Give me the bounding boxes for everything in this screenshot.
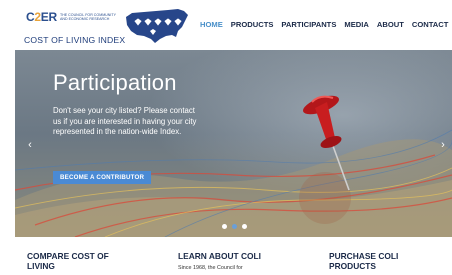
site-header: C2ER THE COUNCIL FOR COMMUNITY AND ECONO… <box>0 0 452 50</box>
nav-contact[interactable]: CONTACT <box>412 20 449 32</box>
hero-text-block: Participation Don't see your city listed… <box>53 70 203 138</box>
feature-column-learn: LEARN ABOUT COLI Since 1968, the Council… <box>178 251 288 271</box>
column-text: Since 1968, the Council for <box>178 265 243 271</box>
nav-about[interactable]: ABOUT <box>377 20 404 32</box>
us-map-icon <box>126 9 188 43</box>
carousel-indicators <box>222 224 247 229</box>
hero-title: Participation <box>53 70 177 95</box>
carousel-dot-active[interactable] <box>232 224 237 229</box>
carousel-dot[interactable] <box>222 224 227 229</box>
column-heading[interactable]: LEARN ABOUT COLI <box>178 251 288 261</box>
chevron-left-icon[interactable]: ‹ <box>25 138 35 152</box>
site-logo[interactable]: C2ER THE COUNCIL FOR COMMUNITY AND ECONO… <box>20 5 190 47</box>
chevron-right-icon[interactable]: › <box>438 138 448 152</box>
column-heading[interactable]: PURCHASE COLI PRODUCTS <box>329 251 439 271</box>
column-heading[interactable]: COMPARE COST OF LIVING <box>27 251 137 271</box>
feature-columns: COMPARE COST OF LIVING LEARN ABOUT COLI … <box>0 237 452 275</box>
carousel-dot[interactable] <box>242 224 247 229</box>
main-nav: HOME PRODUCTS PARTICIPANTS MEDIA ABOUT C… <box>200 20 448 32</box>
nav-participants[interactable]: PARTICIPANTS <box>281 20 336 32</box>
logo-title: COST OF LIVING INDEX <box>24 35 126 45</box>
hero-description: Don't see your city listed? Please conta… <box>53 106 197 137</box>
nav-home[interactable]: HOME <box>200 20 223 32</box>
nav-media[interactable]: MEDIA <box>344 20 368 32</box>
become-contributor-button[interactable]: BECOME A CONTRIBUTOR <box>53 171 152 184</box>
feature-column-purchase: PURCHASE COLI PRODUCTS <box>329 251 439 271</box>
brand-wordmark: C2ER <box>26 10 57 24</box>
hero-carousel: Participation Don't see your city listed… <box>15 50 452 237</box>
feature-column-compare: COMPARE COST OF LIVING <box>27 251 137 271</box>
nav-products[interactable]: PRODUCTS <box>231 20 274 32</box>
brand-tagline: THE COUNCIL FOR COMMUNITY AND ECONOMIC R… <box>60 13 116 22</box>
